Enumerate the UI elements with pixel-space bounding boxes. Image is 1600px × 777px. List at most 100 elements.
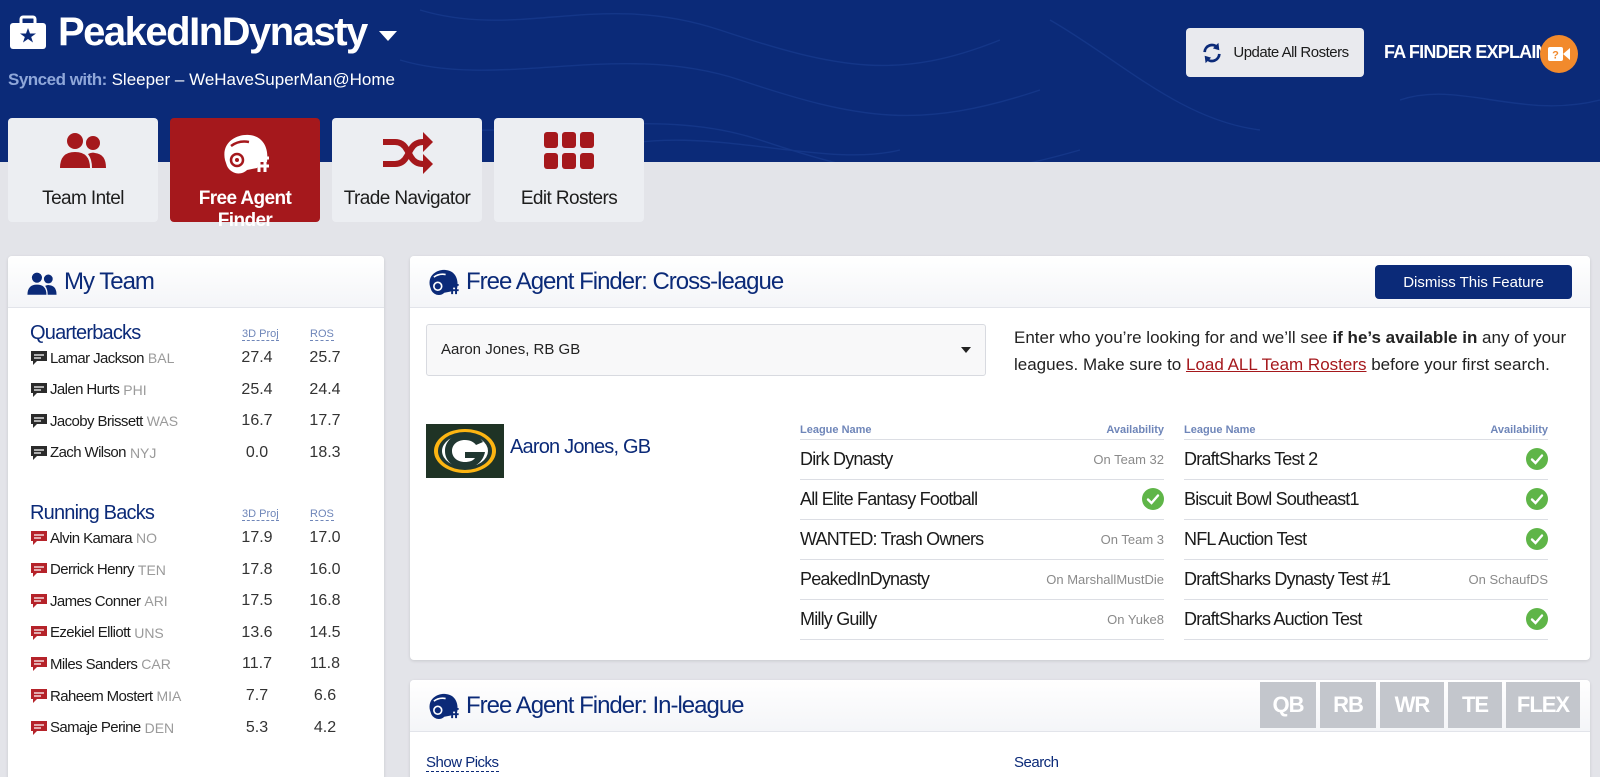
player-3d-proj: 17.9 bbox=[241, 529, 273, 546]
position-tab-flex[interactable]: FLEX bbox=[1506, 682, 1580, 728]
search-label: Search bbox=[1014, 754, 1059, 771]
player-team: MIA bbox=[156, 688, 182, 704]
load-rosters-link[interactable]: Load ALL Team Rosters bbox=[1186, 355, 1367, 374]
comment-icon[interactable] bbox=[30, 530, 48, 546]
help-text: Enter who you’re looking for and we’ll s… bbox=[1014, 324, 1574, 378]
col-league-name: League Name bbox=[800, 424, 872, 436]
league-row: WANTED: Trash Owners On Team 3 bbox=[800, 520, 1164, 560]
col-ros[interactable]: ROS bbox=[310, 328, 334, 341]
player-team: WAS bbox=[146, 413, 179, 430]
player-row[interactable]: Zach Wilson NYJ 0.0 18.3 bbox=[30, 437, 370, 469]
check-circle-icon bbox=[1526, 608, 1548, 630]
in-league-panel: Free Agent Finder: In-league QB RB WR TE… bbox=[410, 680, 1590, 777]
player-name[interactable]: Derrick Henry bbox=[50, 561, 134, 578]
league-name: NFL Auction Test bbox=[1184, 529, 1307, 549]
tab-free-agent-finder[interactable]: Free Agent Finder bbox=[170, 118, 320, 231]
player-name[interactable]: Aaron Jones, GB bbox=[510, 436, 651, 459]
synced-label: Synced with: bbox=[8, 70, 107, 89]
player-row[interactable]: James Conner ARI 17.5 16.8 bbox=[30, 585, 370, 617]
tab-label: Free Agent Finder bbox=[198, 188, 292, 231]
comment-icon[interactable] bbox=[30, 688, 48, 704]
player-row[interactable]: Ezekiel Elliott UNS 13.6 14.5 bbox=[30, 617, 370, 649]
player-name[interactable]: Ezekiel Elliott bbox=[50, 624, 131, 641]
player-team: CAR bbox=[141, 656, 171, 673]
show-picks-toggle[interactable]: Show Picks bbox=[426, 754, 499, 772]
league-table-header: League Name Availability bbox=[800, 424, 1164, 440]
player-ros: 16.0 bbox=[309, 560, 341, 578]
sync-status: Synced with: Sleeper – WeHaveSuperMan@Ho… bbox=[8, 70, 395, 90]
tab-team-intel[interactable]: Team Intel bbox=[8, 118, 158, 222]
player-ros: 17.7 bbox=[309, 412, 341, 430]
player-team: UNS bbox=[134, 624, 164, 641]
league-row: DraftSharks Dynasty Test #1 On SchaufDS bbox=[1184, 560, 1548, 600]
chevron-down-icon[interactable] bbox=[378, 30, 397, 41]
comment-icon[interactable] bbox=[30, 382, 48, 398]
football-helmet-icon bbox=[429, 269, 459, 296]
player-name[interactable]: James Conner bbox=[50, 593, 141, 610]
comment-icon[interactable] bbox=[30, 625, 48, 641]
users-icon bbox=[60, 133, 106, 168]
comment-icon[interactable] bbox=[30, 656, 48, 672]
player-name[interactable]: Zach Wilson bbox=[50, 444, 127, 461]
users-icon bbox=[27, 272, 57, 295]
comment-icon[interactable] bbox=[30, 445, 48, 461]
col-ros[interactable]: ROS bbox=[310, 508, 334, 521]
position-tab-rb[interactable]: RB bbox=[1320, 682, 1376, 728]
player-row[interactable]: Miles Sanders CAR 11.7 11.8 bbox=[30, 648, 370, 680]
video-help-button[interactable]: ? bbox=[1540, 35, 1578, 73]
update-rosters-label: Update All Rosters bbox=[1233, 44, 1349, 61]
position-tab-qb[interactable]: QB bbox=[1260, 682, 1316, 728]
player-row[interactable]: Lamar Jackson BAL 27.4 25.7 bbox=[30, 342, 370, 374]
availability-status: On Team 3 bbox=[1100, 532, 1164, 547]
player-name[interactable]: Raheem Mostert bbox=[50, 688, 153, 705]
league-table-header: League Name Availability bbox=[1184, 424, 1548, 440]
player-row[interactable]: Jalen Hurts PHI 25.4 24.4 bbox=[30, 374, 370, 406]
player-select[interactable]: Aaron Jones, RB GB bbox=[426, 324, 986, 376]
player-name[interactable]: Miles Sanders bbox=[50, 656, 138, 673]
league-name: Milly Guilly bbox=[800, 609, 877, 629]
dismiss-feature-button[interactable]: Dismiss This Feature bbox=[1375, 265, 1572, 299]
col-3d-proj[interactable]: 3D Proj bbox=[242, 508, 279, 521]
comment-icon[interactable] bbox=[30, 593, 48, 609]
player-ros: 24.4 bbox=[309, 380, 341, 398]
position-tab-te[interactable]: TE bbox=[1448, 682, 1502, 728]
player-ros: 17.0 bbox=[309, 529, 341, 546]
league-table-left: League Name Availability Dirk Dynasty On … bbox=[800, 424, 1164, 640]
player-row[interactable]: Derrick Henry TEN 17.8 16.0 bbox=[30, 554, 370, 586]
player-name[interactable]: Lamar Jackson bbox=[50, 350, 145, 367]
comment-icon[interactable] bbox=[30, 562, 48, 578]
position-tabs: QB RB WR TE FLEX bbox=[1260, 682, 1580, 728]
player-3d-proj: 5.3 bbox=[245, 718, 269, 736]
player-3d-proj: 7.7 bbox=[245, 687, 269, 704]
player-row[interactable]: Raheem Mostert MIA 7.7 6.6 bbox=[30, 680, 370, 712]
player-row[interactable]: Alvin Kamara NO 17.9 17.0 bbox=[30, 522, 370, 554]
comment-icon[interactable] bbox=[30, 720, 48, 736]
player-name[interactable]: Jacoby Brissett bbox=[50, 413, 143, 430]
dropdown-arrow-icon bbox=[961, 347, 971, 353]
player-3d-proj: 25.4 bbox=[241, 380, 273, 398]
player-name[interactable]: Jalen Hurts bbox=[50, 381, 120, 398]
col-3d-proj[interactable]: 3D Proj bbox=[242, 328, 279, 341]
cross-league-panel: Free Agent Finder: Cross-league Dismiss … bbox=[410, 256, 1590, 660]
position-tab-wr[interactable]: WR bbox=[1380, 682, 1444, 728]
player-name[interactable]: Samaje Perine bbox=[50, 719, 141, 736]
help-text-part: before your first search. bbox=[1366, 355, 1550, 374]
player-name[interactable]: Alvin Kamara bbox=[50, 530, 133, 547]
tab-edit-rosters[interactable]: Edit Rosters bbox=[494, 118, 644, 222]
comment-icon[interactable] bbox=[30, 350, 48, 366]
tab-trade-navigator[interactable]: Trade Navigator bbox=[332, 118, 482, 222]
player-team: PHI bbox=[123, 381, 147, 398]
player-row[interactable]: Samaje Perine DEN 5.3 4.2 bbox=[30, 712, 370, 744]
svg-text:?: ? bbox=[1552, 50, 1559, 62]
update-rosters-button[interactable]: Update All Rosters bbox=[1186, 28, 1364, 77]
player-team: NO bbox=[136, 530, 158, 546]
player-row[interactable]: Jacoby Brissett WAS 16.7 17.7 bbox=[30, 405, 370, 437]
player-team: ARI bbox=[144, 593, 168, 610]
league-row: Biscuit Bowl Southeast1 bbox=[1184, 480, 1548, 520]
league-row: PeakedInDynasty On MarshallMustDie bbox=[800, 560, 1164, 600]
check-circle-icon bbox=[1142, 488, 1164, 510]
league-name: DraftSharks Test 2 bbox=[1184, 449, 1318, 469]
in-league-header: Free Agent Finder: In-league QB RB WR TE… bbox=[410, 680, 1590, 732]
comment-icon[interactable] bbox=[30, 413, 48, 429]
col-availability: Availability bbox=[1106, 424, 1164, 436]
